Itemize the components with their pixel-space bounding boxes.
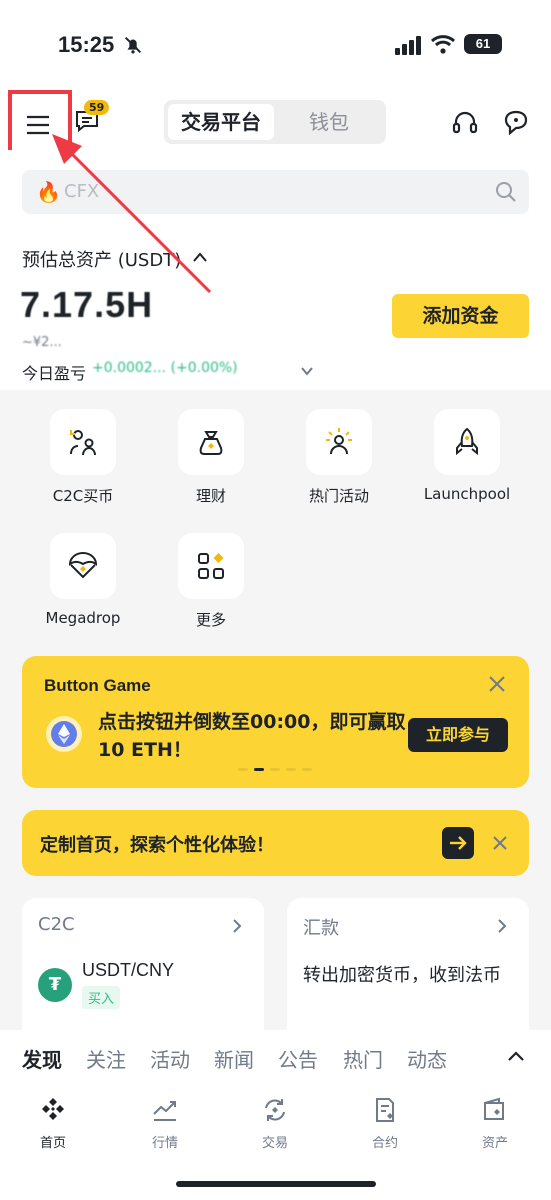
chevron-up-icon[interactable] [192,250,208,264]
c2c-card[interactable]: C2C ₮ USDT/CNY 买入 [22,898,264,1048]
quick-label: Megadrop [45,609,121,627]
nav-trade[interactable]: 交易 [230,1096,320,1151]
quick-hot-events[interactable]: 热门活动 [284,409,394,506]
usdt-coin-icon: ₮ [38,968,72,1002]
quick-megadrop[interactable]: Megadrop [28,533,138,627]
quick-label: C2C买币 [52,487,114,505]
quick-launchpool[interactable]: Launchpool [412,409,522,503]
banner-text: 点击按钮并倒数至00:00，即可赢取10 ETH！ [98,711,406,761]
wallet-icon [484,1097,504,1120]
chevron-down-icon[interactable] [300,365,314,377]
nav-markets[interactable]: 行情 [120,1096,210,1151]
quick-earn[interactable]: 理财 [156,409,266,506]
feed-tab-discover[interactable]: 发现 [22,1044,62,1073]
nav-label: 行情 [151,1136,178,1151]
contract-doc-icon [376,1098,394,1122]
tab-exchange[interactable]: 交易平台 [168,104,274,140]
add-funds-button[interactable]: 添加资金 [392,294,529,338]
feed-tab-following[interactable]: 关注 [86,1044,126,1073]
headset-support-icon[interactable] [452,110,478,136]
search-bar[interactable]: 🔥 CFX [22,170,529,214]
trading-pair: USDT/CNY [82,960,175,980]
app-header: 59 交易平台 钱包 [0,90,551,156]
quick-actions: C2C买币 理财 热门活动 Launchpool Megadrop 更多 [0,405,551,645]
status-time: 15:25 [58,32,115,57]
status-bar: 15:25 61 [0,0,551,90]
menu-button[interactable] [8,90,72,156]
community-chat-icon[interactable] [502,108,530,136]
close-icon[interactable] [493,836,507,850]
feed-tab-events[interactable]: 活动 [150,1044,190,1073]
parachute-icon [68,552,98,579]
quick-label: 理财 [195,487,226,505]
chevron-up-icon[interactable] [507,1050,525,1062]
search-placeholder: CFX [64,181,100,202]
customize-home-banner[interactable]: 定制首页，探索个性化体验！ [22,810,529,876]
nav-label: 首页 [39,1136,66,1151]
remit-description: 转出加密货币，收到法币 [303,965,501,986]
chart-trend-icon [153,1101,176,1121]
card-title: C2C [38,914,75,935]
quick-c2c[interactable]: C2C买币 [28,409,138,506]
banner-text: 定制首页，探索个性化体验！ [40,835,274,856]
total-assets-value: 7.17.5H [20,284,154,325]
bell-muted-icon [124,36,142,54]
today-pnl-label: 今日盈亏 [22,364,87,383]
feed-tab-news[interactable]: 新闻 [214,1044,254,1073]
assets-fiat-value: ~¥2... [22,335,62,350]
nav-futures[interactable]: 合约 [340,1096,430,1151]
hamburger-menu-icon [27,115,49,135]
quick-label: Launchpool [423,485,511,503]
binance-home-icon [42,1098,64,1120]
arrow-right-icon [450,836,467,850]
feed-tab-hot[interactable]: 热门 [343,1044,383,1073]
message-badge: 59 [84,100,110,115]
home-indicator [176,1181,376,1187]
wifi-icon [430,35,456,54]
trade-swap-icon [265,1099,285,1121]
chevron-right-icon [498,919,507,933]
quick-label: 热门活动 [308,487,369,505]
arrow-right-button[interactable] [442,827,474,859]
quick-more[interactable]: 更多 [156,533,266,630]
remit-card[interactable]: 汇款 转出加密货币，收到法币 [287,898,529,1048]
hot-event-icon [326,428,352,455]
fire-icon: 🔥 [36,180,61,204]
eth-coin-icon [46,716,82,752]
platform-switch: 交易平台 钱包 [164,100,386,144]
today-pnl-value: +0.0002... (+0.00%) [92,360,238,376]
feed-tabs: 发现 关注 活动 新闻 公告 热门 动态 [0,1030,551,1086]
nav-label: 资产 [481,1136,508,1151]
rocket-icon [456,427,478,456]
feed-tab-announcements[interactable]: 公告 [278,1044,318,1073]
buy-tag: 买入 [82,986,121,1009]
carousel-dots [238,768,318,772]
more-grid-icon [198,553,224,579]
button-game-banner[interactable]: Button Game 点击按钮并倒数至00:00，即可赢取10 ETH！ 立即… [22,656,529,788]
nav-label: 合约 [371,1136,398,1151]
money-bag-icon [199,431,223,455]
c2c-users-icon [70,430,96,456]
tab-wallet[interactable]: 钱包 [276,104,382,140]
signal-icon [395,36,421,55]
nav-label: 交易 [261,1136,288,1151]
search-icon[interactable] [495,181,517,203]
feed-tab-updates[interactable]: 动态 [407,1044,447,1073]
banner-title: Button Game [44,676,151,695]
nav-assets[interactable]: 资产 [450,1096,540,1151]
card-title: 汇款 [303,918,339,939]
battery-indicator: 61 [464,34,502,54]
estimated-assets-label[interactable]: 预估总资产 (USDT) [22,246,181,272]
join-now-button[interactable]: 立即参与 [408,718,508,752]
quick-label: 更多 [195,611,226,629]
chevron-right-icon [233,919,242,933]
nav-home[interactable]: 首页 [8,1096,98,1151]
close-icon[interactable] [489,676,505,692]
